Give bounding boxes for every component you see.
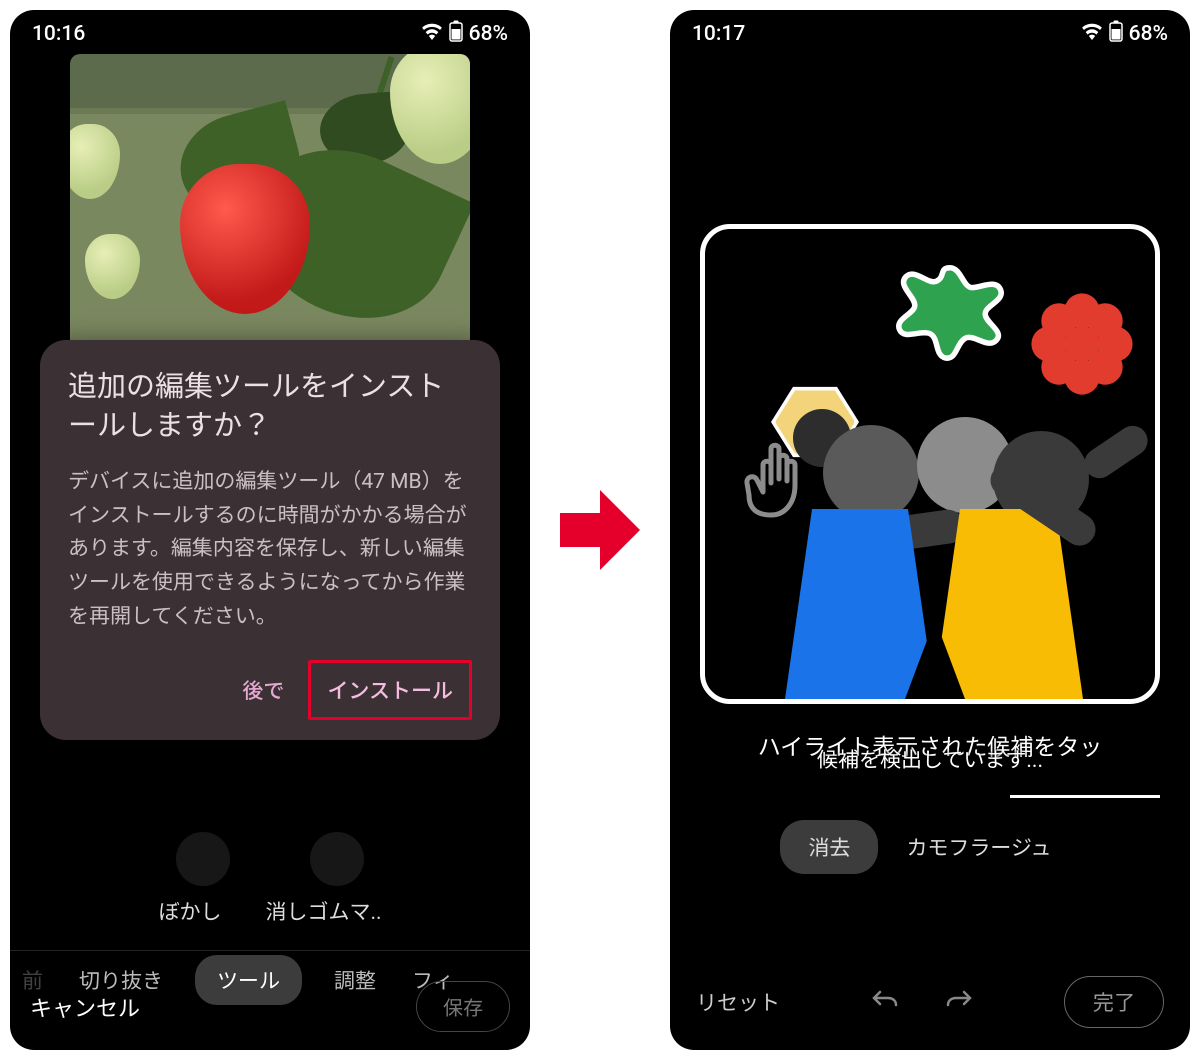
status-bar: 10:16 68% <box>10 10 530 54</box>
bottom-bar: リセット 完了 <box>670 958 1190 1050</box>
cancel-button[interactable]: キャンセル <box>30 991 140 1023</box>
status-time: 10:16 <box>32 22 85 46</box>
later-button[interactable]: 後で <box>230 665 296 715</box>
green-splat-icon <box>895 259 1005 369</box>
arrow-right-icon <box>560 485 640 575</box>
dialog-actions: 後で インストール <box>68 660 472 720</box>
blur-tool-icon[interactable] <box>176 832 230 886</box>
wifi-icon <box>421 22 443 46</box>
eraser-tool-icon[interactable] <box>310 832 364 886</box>
eraser-mode-pills: 消去 カモフラージュ <box>670 820 1190 874</box>
status-battery-pct: 68% <box>469 22 508 46</box>
mode-camouflage[interactable]: カモフラージュ <box>878 820 1079 874</box>
reset-button[interactable]: リセット <box>696 987 780 1017</box>
person-head <box>823 425 919 521</box>
status-time: 10:17 <box>692 22 745 46</box>
mode-erase[interactable]: 消去 <box>780 820 878 874</box>
save-button[interactable]: 保存 <box>416 981 510 1032</box>
blur-label: ぼかし <box>158 896 221 926</box>
install-dialog: 追加の編集ツールをインストールしますか？ デバイスに追加の編集ツール（47 MB… <box>40 340 500 740</box>
dialog-body: デバイスに追加の編集ツール（47 MB）をインストールするのに時間がかかる場合が… <box>68 466 472 634</box>
hint-caption: ハイライト表示された候補をタッ 候補を検出しています... <box>700 732 1160 774</box>
redo-icon[interactable] <box>944 987 974 1018</box>
tool-label-row: ぼかし 消しゴムマ.. <box>10 896 530 926</box>
person-arm <box>1079 420 1154 484</box>
eraser-label: 消しゴムマ.. <box>265 896 381 926</box>
phone-left: 10:16 68% 追加の編集ツールをインストールしますか？ デバイスに追加の編… <box>10 10 530 1050</box>
loading-underline <box>1010 795 1160 798</box>
done-button[interactable]: 完了 <box>1064 976 1164 1028</box>
comparison-panel: 10:16 68% 追加の編集ツールをインストールしますか？ デバイスに追加の編… <box>0 0 1200 1060</box>
battery-icon <box>449 20 463 48</box>
tool-icon-row <box>10 832 530 886</box>
dialog-title: 追加の編集ツールをインストールしますか？ <box>68 368 472 446</box>
bottom-bar: キャンセル 保存 <box>10 967 530 1050</box>
battery-icon <box>1109 20 1123 48</box>
install-button[interactable]: インストール <box>313 665 467 715</box>
magic-eraser-illustration <box>700 224 1160 704</box>
undo-redo-group <box>870 987 974 1018</box>
status-bar: 10:17 68% <box>670 10 1190 54</box>
red-flower-icon <box>1027 289 1137 399</box>
photo-preview[interactable] <box>70 54 470 354</box>
undo-icon[interactable] <box>870 987 900 1018</box>
transition-arrow <box>560 485 640 575</box>
status-right-cluster: 68% <box>421 20 508 48</box>
phone-right: 10:17 68% <box>670 10 1190 1050</box>
install-button-highlight: インストール <box>308 660 472 720</box>
status-right-cluster: 68% <box>1081 20 1168 48</box>
wifi-icon <box>1081 22 1103 46</box>
status-battery-pct: 68% <box>1129 22 1168 46</box>
